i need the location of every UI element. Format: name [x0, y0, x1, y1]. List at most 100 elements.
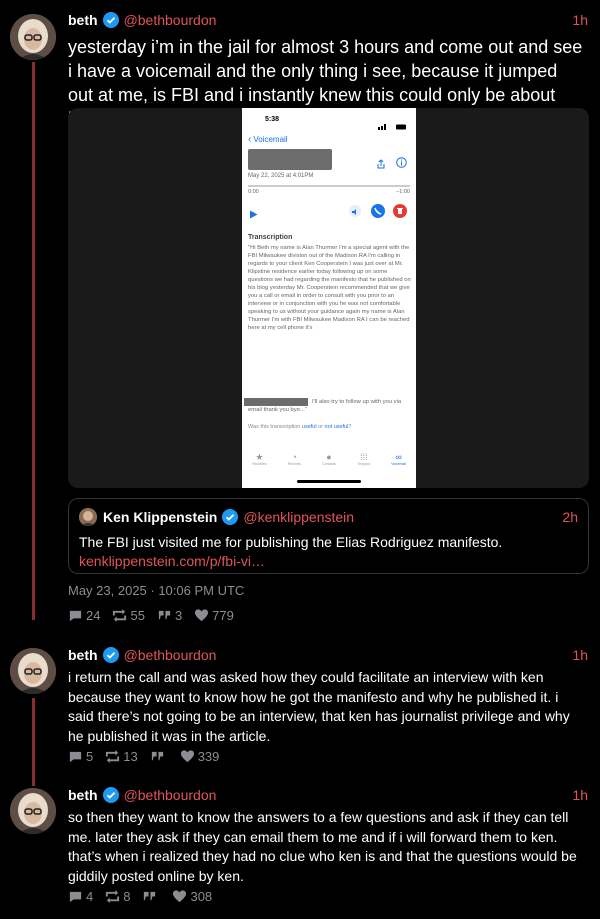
reply-icon	[69, 751, 82, 763]
post-2[interactable]: beth @bethbourdon 1h i return the call a…	[0, 640, 600, 780]
repost-icon	[113, 608, 127, 623]
verified-icon	[102, 787, 119, 803]
star-icon: ★	[255, 452, 264, 462]
like-button[interactable]: 779	[194, 608, 234, 623]
reply-button[interactable]: 5	[68, 749, 93, 764]
tab-keypad[interactable]: ⁞⁞⁞ Keypad	[349, 452, 379, 474]
repost-icon	[106, 889, 120, 904]
post-stats: 24 55 3 779	[68, 608, 234, 623]
tab-favorites[interactable]: ★ Favorites	[244, 452, 274, 474]
keypad-icon: ⁞⁞⁞	[360, 452, 368, 462]
transcription-title: Transcription	[248, 234, 293, 241]
post-time[interactable]: 1h	[572, 12, 588, 28]
quote-icon	[151, 751, 163, 761]
author-handle[interactable]: @bethbourdon	[124, 787, 217, 803]
like-count: 339	[197, 749, 220, 764]
reply-button[interactable]: 4	[68, 889, 93, 904]
tab-contacts[interactable]: ● Contacts	[314, 452, 344, 474]
like-count: 779	[212, 608, 234, 623]
post-header: beth @bethbourdon 1h	[68, 10, 588, 30]
clock-icon: ◔	[291, 452, 297, 462]
reply-count: 5	[86, 749, 94, 764]
author-handle[interactable]: @bethbourdon	[124, 647, 217, 663]
post-3[interactable]: beth @bethbourdon 1h so then they want t…	[0, 780, 600, 919]
tab-label: Keypad	[357, 462, 370, 466]
author-name[interactable]: beth	[68, 12, 98, 28]
post-time[interactable]: 1h	[572, 787, 588, 803]
status-icons	[378, 117, 408, 130]
useful-link[interactable]: useful	[302, 424, 317, 430]
speaker-icon[interactable]	[349, 205, 361, 217]
quote-button[interactable]: 3	[157, 608, 182, 623]
verified-icon	[102, 647, 119, 663]
tab-label: Favorites	[252, 462, 267, 466]
author-handle[interactable]: @bethbourdon	[124, 12, 217, 28]
delete-icon[interactable]	[393, 204, 407, 218]
post-time[interactable]: 1h	[572, 647, 588, 663]
call-icon[interactable]	[371, 204, 385, 218]
quote-author-handle[interactable]: @kenklippenstein	[243, 509, 354, 525]
post-stats: 4 8 308	[68, 889, 212, 904]
info-icon[interactable]	[396, 155, 407, 168]
quote-author-name[interactable]: Ken Klippenstein	[103, 509, 217, 525]
quote-time[interactable]: 2h	[562, 509, 578, 525]
quote-text-block: The FBI just visited me for publishing t…	[79, 533, 578, 571]
quote-header: Ken Klippenstein @kenklippenstein 2h	[79, 507, 578, 527]
post-header: beth @bethbourdon 1h	[68, 785, 588, 805]
post-header: beth @bethbourdon 1h	[68, 645, 588, 665]
quote-icon	[158, 610, 171, 620]
reply-icon	[69, 891, 82, 903]
avatar[interactable]	[10, 14, 56, 60]
reply-button[interactable]: 24	[68, 608, 100, 623]
quote-text: The FBI just visited me for publishing t…	[79, 534, 503, 550]
reply-count: 24	[86, 608, 101, 623]
author-name[interactable]: beth	[68, 647, 98, 663]
verified-icon	[222, 509, 239, 525]
reply-icon	[69, 610, 82, 622]
redacted-caller	[248, 149, 332, 170]
transcription-end: I'll also try to follow up with you via …	[248, 399, 402, 413]
post-text: so then they want to know the answers to…	[68, 809, 577, 884]
repost-button[interactable]: 8	[105, 889, 130, 904]
not-useful-link[interactable]: not useful	[325, 424, 349, 430]
voicemail-date: May 22, 2025 at 4:01PM	[248, 173, 314, 179]
quote-link[interactable]: kenklippenstein.com/p/fbi-vi…	[79, 552, 578, 571]
post-1[interactable]: beth @bethbourdon 1h yesterday i’m in th…	[0, 0, 600, 640]
tab-voicemail[interactable]: ∞ Voicemail	[384, 452, 414, 474]
quote-icon	[144, 891, 156, 901]
quote-button[interactable]	[150, 749, 168, 764]
tab-recents[interactable]: ◔ Recents	[279, 452, 309, 474]
tab-label: Voicemail	[391, 462, 407, 466]
repost-count: 13	[123, 749, 138, 764]
tab-label: Contacts	[322, 462, 336, 466]
voicemail-screenshot[interactable]: 5:38 ‹ Voicemail May 22, 2025 at 4:01PM …	[68, 108, 589, 488]
contacts-icon: ●	[326, 452, 332, 462]
repost-icon	[106, 749, 120, 764]
share-icon[interactable]	[376, 156, 386, 169]
repost-count: 8	[123, 889, 131, 904]
quote-avatar[interactable]	[79, 508, 97, 526]
tab-bar: ★ Favorites ◔ Recents ● Contacts ⁞⁞⁞ Key…	[242, 452, 416, 474]
feedback-question-mark: ?	[348, 424, 352, 430]
like-button[interactable]: 339	[180, 749, 220, 764]
post-date[interactable]: May 23, 2025 · 10:06 PM UTC	[68, 583, 244, 598]
avatar[interactable]	[10, 788, 56, 834]
quoted-post[interactable]: Ken Klippenstein @kenklippenstein 2h The…	[68, 498, 589, 574]
avatar[interactable]	[10, 648, 56, 694]
back-label: Voicemail	[253, 135, 288, 144]
tab-label: Recents	[287, 462, 301, 466]
post-text: i return the call and was asked how they…	[68, 669, 570, 744]
repost-button[interactable]: 13	[105, 749, 138, 764]
back-button[interactable]: ‹ Voicemail	[248, 134, 288, 145]
phone-screen: 5:38 ‹ Voicemail May 22, 2025 at 4:01PM …	[242, 108, 416, 488]
like-button[interactable]: 308	[172, 889, 212, 904]
reply-count: 4	[86, 889, 94, 904]
quote-button[interactable]	[142, 889, 160, 904]
author-name[interactable]: beth	[68, 787, 98, 803]
transcription-text: "Hi Beth my name is Alan Thurmer I'm a s…	[248, 245, 411, 331]
play-icon[interactable]	[249, 206, 258, 219]
repost-button[interactable]: 55	[112, 608, 145, 623]
progress-track[interactable]	[248, 185, 410, 187]
feedback-prefix: Was this transcription	[248, 424, 301, 430]
repost-count: 55	[130, 608, 145, 623]
